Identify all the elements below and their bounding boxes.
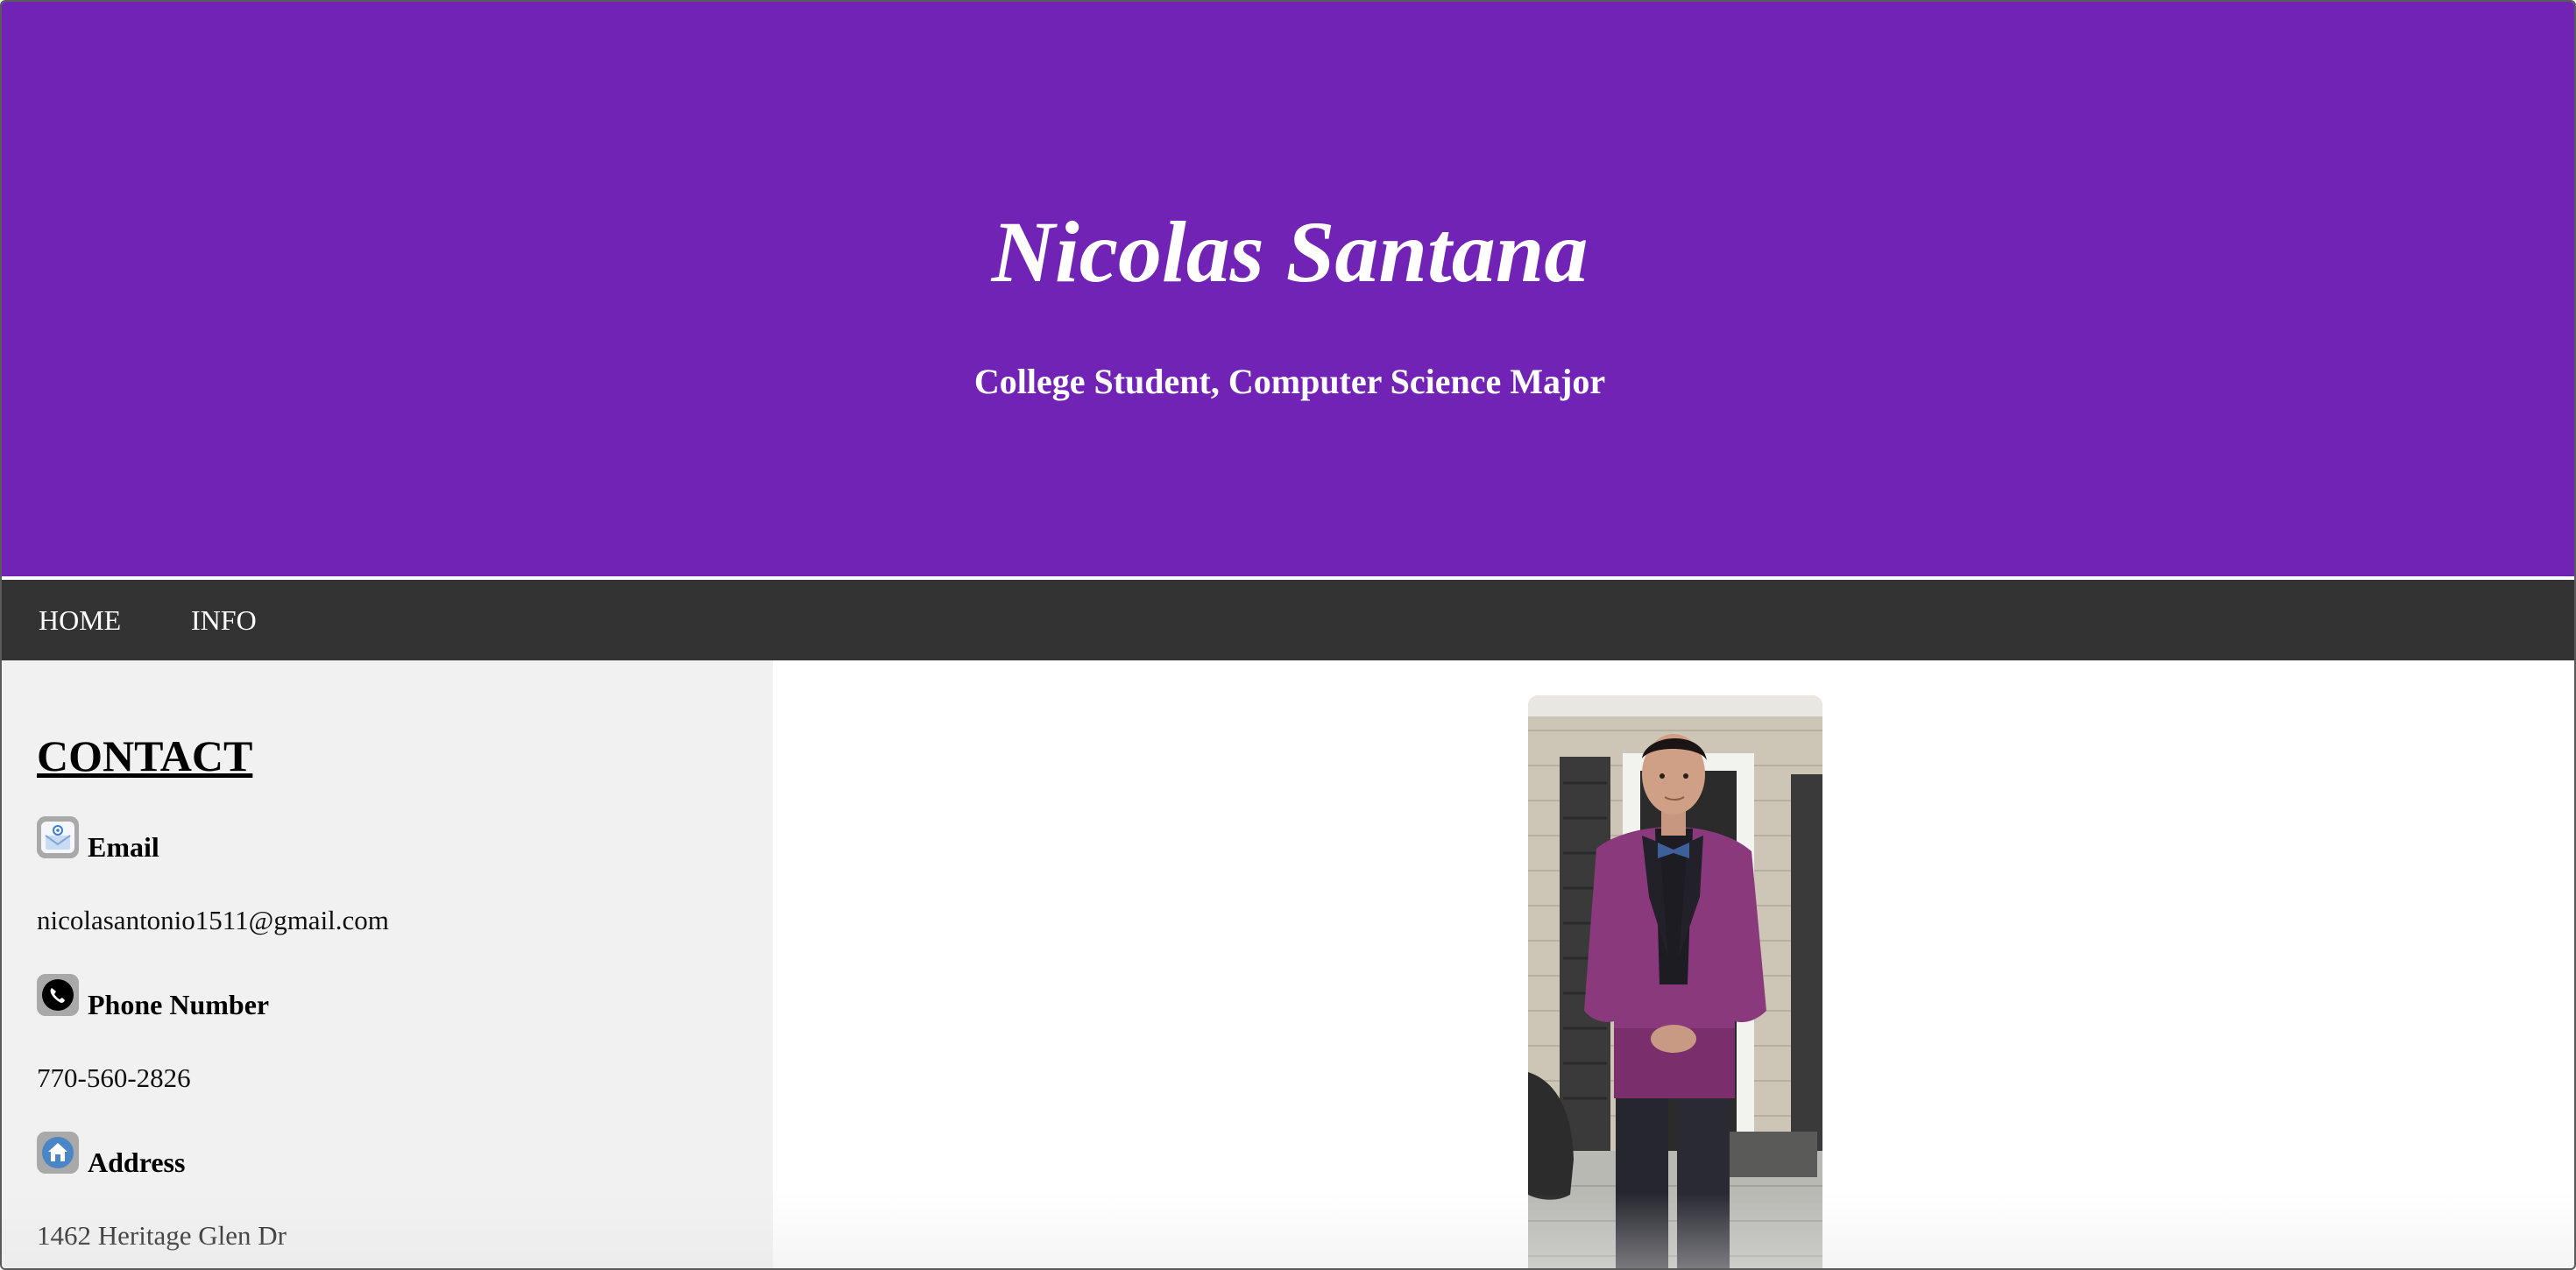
nav-info-link[interactable]: INFO bbox=[188, 580, 260, 660]
profile-photo bbox=[1528, 695, 1822, 1268]
address-label: Address bbox=[88, 1147, 186, 1178]
top-nav: HOME INFO bbox=[2, 580, 2574, 660]
phone-value: 770-560-2826 bbox=[37, 1062, 191, 1093]
address-value: 1462 Heritage Glen Dr bbox=[37, 1220, 287, 1251]
phone-label: Phone Number bbox=[88, 989, 270, 1020]
contact-heading: CONTACT bbox=[37, 731, 253, 780]
email-icon bbox=[37, 816, 79, 858]
site-title: Nicolas Santana bbox=[991, 203, 1589, 300]
page: Nicolas Santana College Student, Compute… bbox=[0, 0, 2576, 1270]
email-value: nicolasantonio1511@gmail.com bbox=[37, 905, 389, 935]
nav-home-link[interactable]: HOME bbox=[35, 580, 124, 660]
site-tagline: College Student, Computer Science Major bbox=[973, 362, 1606, 401]
home-icon bbox=[37, 1132, 79, 1174]
site-header: Nicolas Santana College Student, Compute… bbox=[2, 2, 2574, 576]
email-label: Email bbox=[88, 831, 159, 863]
contact-sidebar: CONTACT Email nicolasantonio1511@gmail.c… bbox=[2, 660, 773, 1268]
phone-icon bbox=[37, 974, 79, 1016]
